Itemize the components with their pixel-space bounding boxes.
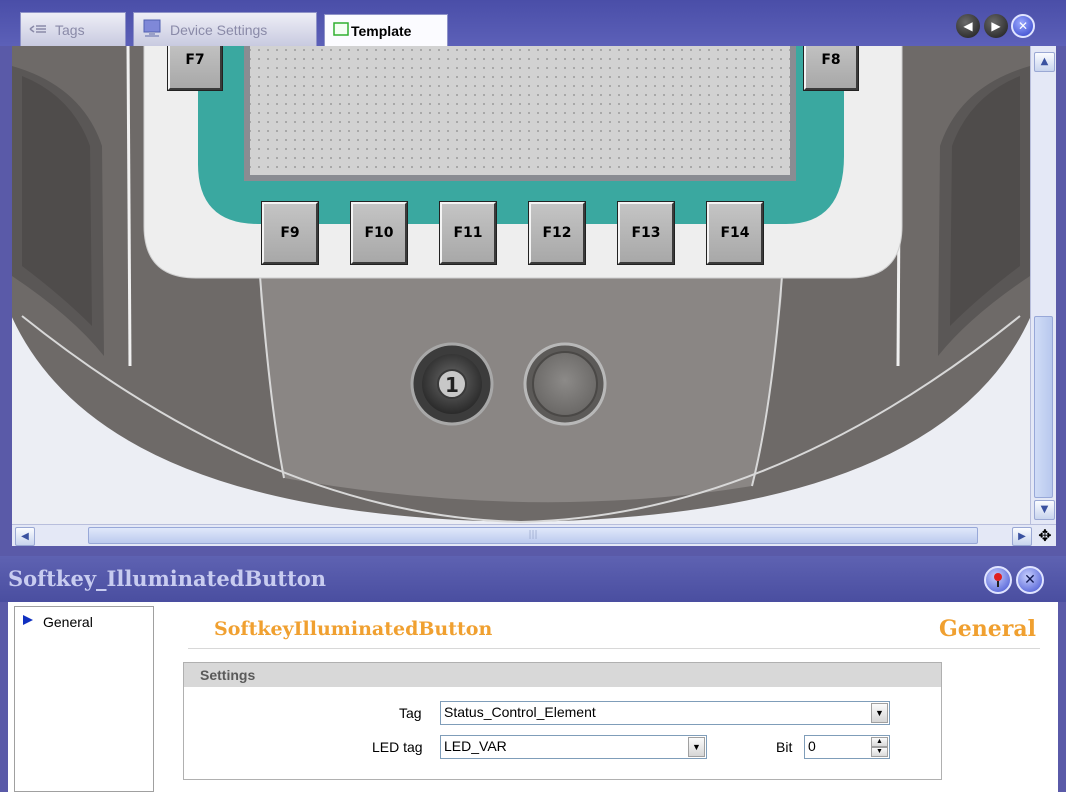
previous-arrow-icon[interactable]: ◀ [956,14,980,38]
spin-down-icon[interactable]: ▼ [871,747,888,757]
tab-label: Device Settings [170,21,268,38]
object-name-heading: SoftkeyIlluminatedButton [214,618,493,640]
pin-icon[interactable] [984,566,1012,594]
tab-tags[interactable]: Tags [20,12,126,46]
bit-label: Bit [776,739,793,755]
horizontal-scrollbar[interactable]: ◀ ||| ▶ ✥ [12,524,1056,546]
device-canvas[interactable]: 1 F7 F8 F9 F10 F11 F12 F13 F14 [12,46,1030,524]
led-tag-dropdown[interactable]: LED_VAR ▼ [440,735,707,759]
template-icon [333,22,349,39]
vertical-scroll-thumb[interactable] [1034,316,1053,498]
illuminated-button-symbol: 1 [445,373,459,397]
tag-dropdown[interactable]: Status_Control_Element ▼ [440,701,890,725]
properties-title-bar: Softkey_IlluminatedButton ✕ [0,556,1066,602]
move-cross-icon[interactable]: ✥ [1036,526,1054,545]
bit-spinner[interactable]: 0 ▲ ▼ [804,735,890,759]
nav-item-label: General [43,613,93,630]
bit-value: 0 [808,738,816,754]
tab-template[interactable]: Template [324,14,448,46]
function-key-f10[interactable]: F10 [350,201,408,265]
hmi-device-drawing: 1 [12,46,1030,524]
tag-label: Tag [399,705,422,721]
function-key-f11[interactable]: F11 [439,201,497,265]
device-monitor-icon [142,18,162,41]
tab-label: Tags [55,21,85,38]
properties-nav: General [14,606,154,792]
scroll-left-icon[interactable]: ◀ [15,527,35,546]
scroll-down-icon[interactable]: ▼ [1034,500,1055,520]
tab-label: Template [351,22,412,39]
settings-group: Settings Tag Status_Control_Element ▼ LE… [183,662,942,780]
close-icon[interactable]: ✕ [1016,566,1044,594]
function-key-f13[interactable]: F13 [617,201,675,265]
function-key-f12[interactable]: F12 [528,201,586,265]
function-key-f14[interactable]: F14 [706,201,764,265]
chevron-down-icon[interactable]: ▼ [871,703,888,723]
arrow-right-icon [21,613,35,630]
tag-value: Status_Control_Element [444,704,596,720]
nav-item-general[interactable]: General [21,613,93,630]
scroll-right-icon[interactable]: ▶ [1012,527,1032,546]
vertical-scrollbar[interactable]: ▲ ▼ [1030,46,1056,524]
scroll-up-icon[interactable]: ▲ [1034,52,1055,72]
spinner-arrows-icon[interactable]: ▲ ▼ [871,737,888,757]
led-tag-value: LED_VAR [444,738,507,754]
tags-list-icon [29,22,47,38]
function-key-f8[interactable]: F8 [803,46,859,91]
spin-up-icon[interactable]: ▲ [871,737,888,747]
led-tag-label: LED tag [372,739,423,755]
horizontal-scroll-thumb[interactable]: ||| [88,527,978,544]
tab-device-settings[interactable]: Device Settings [133,12,317,46]
tab-bar: Tags Device Settings Template ◀ ▶ ✕ [0,0,1066,46]
function-key-f7[interactable]: F7 [167,46,223,91]
divider [188,648,1040,649]
settings-header: Settings [184,663,941,687]
properties-title: Softkey_IlluminatedButton [8,566,327,591]
close-icon[interactable]: ✕ [1011,14,1035,38]
chevron-down-icon[interactable]: ▼ [688,737,705,757]
section-name-heading: General [939,616,1036,642]
function-key-f9[interactable]: F9 [261,201,319,265]
next-arrow-icon[interactable]: ▶ [984,14,1008,38]
